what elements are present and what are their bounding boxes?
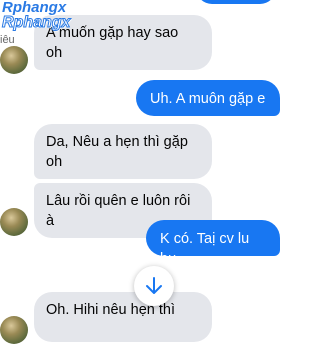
message-text-line2: oh [46, 154, 63, 170]
message-text: K có. Taị cv lu bu [160, 231, 250, 267]
avatar[interactable] [0, 46, 28, 74]
outgoing-message[interactable]: Uh. A muôn gặp e [136, 80, 280, 116]
message-text-line1: Da, Nêu a hẹn thì gặp [46, 134, 188, 150]
outgoing-bubble-partial[interactable] [196, 0, 276, 4]
avatar[interactable] [0, 316, 28, 344]
avatar[interactable] [0, 208, 28, 236]
avatar-label: iêu [0, 34, 15, 46]
message-text-line1: Lâu rồi quên e luôn rôi [46, 193, 191, 209]
message-text: Uh. A muôn gặp e [150, 91, 266, 107]
chat-thread: Rphangx Rphangx iêu A muốn gặp hay sao o… [0, 0, 288, 344]
scroll-to-bottom-button[interactable] [134, 266, 174, 306]
arrow-down-icon [146, 277, 162, 294]
incoming-message[interactable]: Da, Nêu a hẹn thì gặp oh [34, 124, 212, 179]
incoming-message[interactable]: Oh. Hihi nêu hẹn thì [34, 292, 212, 342]
outgoing-message[interactable]: K có. Taị cv lu bu [146, 220, 280, 267]
message-text-line2: à [46, 213, 55, 229]
watermark: Rphangx Rphangx [1, 0, 71, 31]
message-text-line2: oh [46, 45, 63, 61]
watermark-line2: Rphangx [1, 14, 71, 31]
